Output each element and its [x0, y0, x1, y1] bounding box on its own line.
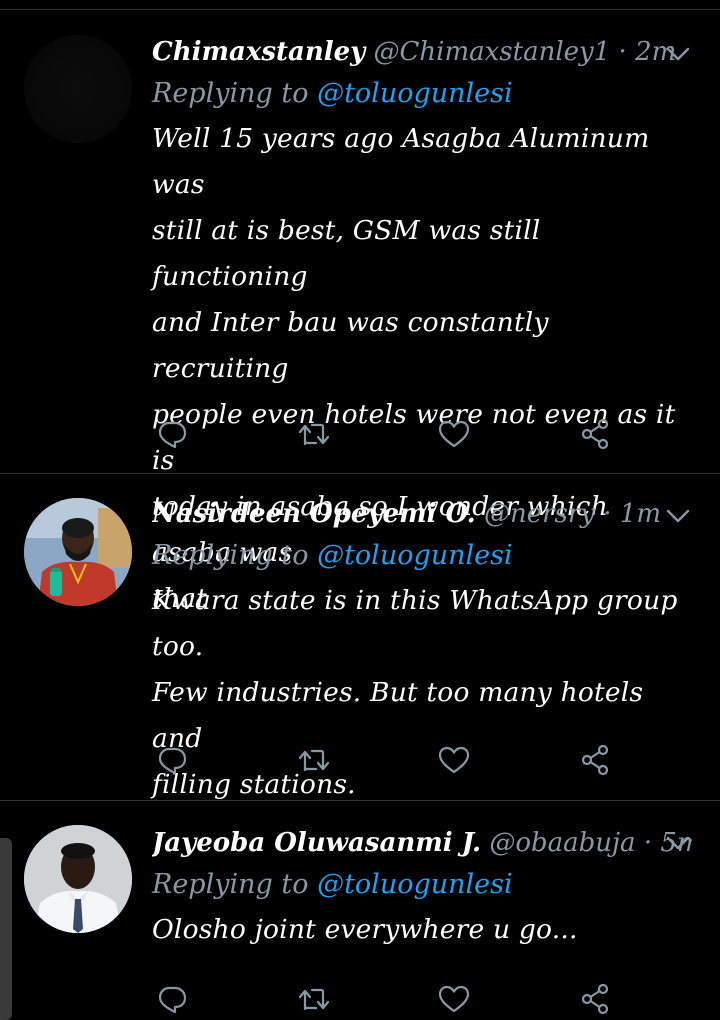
- tweet-text-line: and Inter bau was constantly recruiting: [152, 307, 549, 384]
- share-icon: [581, 418, 609, 450]
- tweet-actions: [152, 414, 622, 454]
- like-icon: [438, 420, 470, 448]
- tweet-item[interactable]: Jayeoba Oluwasanmi J. @obaabuja · 5m Rep…: [0, 801, 720, 1020]
- share-button[interactable]: [576, 740, 616, 780]
- tweet-text-line: still at is best, GSM was still function…: [152, 215, 541, 292]
- tweet-actions: [152, 740, 622, 780]
- retweet-icon: [298, 749, 330, 772]
- replying-to-label: Replying to: [152, 78, 309, 109]
- share-button[interactable]: [576, 414, 616, 454]
- avatar[interactable]: [24, 825, 132, 933]
- scrollbar-thumb[interactable]: [0, 838, 12, 1020]
- display-name[interactable]: Nasirdeen Opeyemi O.: [152, 499, 476, 529]
- tweet-item[interactable]: Nasirdeen Opeyemi O. @nersry · 1m Replyi…: [0, 474, 720, 801]
- tweet-text: Olosho joint everywhere u go...: [152, 907, 692, 953]
- replying-to-label: Replying to: [152, 540, 309, 571]
- tweet-header: Jayeoba Oluwasanmi J. @obaabuja · 5m: [152, 823, 692, 863]
- tweet-text-line: Olosho joint everywhere u go...: [152, 914, 578, 945]
- reply-button[interactable]: [152, 414, 192, 454]
- share-icon: [581, 744, 609, 776]
- avatar[interactable]: [24, 35, 132, 143]
- mention-link[interactable]: @toluogunlesi: [317, 540, 513, 571]
- reply-button[interactable]: [152, 740, 192, 780]
- replying-to: Replying to @toluogunlesi: [152, 534, 692, 578]
- reply-icon: [158, 421, 187, 449]
- mention-link[interactable]: @toluogunlesi: [317, 869, 513, 900]
- chevron-down-icon[interactable]: [664, 829, 692, 857]
- tweet-text-line: Kwara state is in this WhatsApp group to…: [152, 585, 678, 662]
- user-handle[interactable]: @obaabuja: [489, 828, 635, 858]
- like-button[interactable]: [434, 414, 474, 454]
- retweet-button[interactable]: [294, 414, 334, 454]
- reply-button[interactable]: [152, 979, 192, 1019]
- replying-to: Replying to @toluogunlesi: [152, 72, 692, 116]
- avatar-photo: [24, 825, 132, 933]
- user-handle[interactable]: @Chimaxstanley1: [374, 37, 611, 67]
- replying-to-label: Replying to: [152, 869, 309, 900]
- chevron-down-icon[interactable]: [664, 40, 692, 68]
- timestamp[interactable]: 1m: [620, 499, 661, 529]
- tweet-header: Nasirdeen Opeyemi O. @nersry · 1m: [152, 494, 692, 534]
- retweet-icon: [298, 988, 330, 1011]
- avatar[interactable]: [24, 498, 132, 606]
- reply-icon: [158, 747, 187, 775]
- mention-link[interactable]: @toluogunlesi: [317, 78, 513, 109]
- like-button[interactable]: [434, 979, 474, 1019]
- user-handle[interactable]: @nersry: [484, 499, 595, 529]
- avatar-photo: [24, 498, 132, 606]
- like-button[interactable]: [434, 740, 474, 780]
- tweet-header: Chimaxstanley @Chimaxstanley1 · 2m: [152, 32, 692, 72]
- like-icon: [438, 746, 470, 774]
- share-button[interactable]: [576, 979, 616, 1019]
- chevron-down-icon[interactable]: [664, 502, 692, 530]
- share-icon: [581, 983, 609, 1015]
- separator: ·: [643, 828, 653, 858]
- like-icon: [438, 985, 470, 1013]
- replying-to: Replying to @toluogunlesi: [152, 863, 692, 907]
- separator: ·: [618, 37, 627, 67]
- tweet-item[interactable]: Chimaxstanley @Chimaxstanley1 · 2m Reply…: [0, 10, 720, 614]
- display-name[interactable]: Chimaxstanley: [152, 37, 365, 67]
- tweet-actions: [152, 979, 622, 1019]
- retweet-icon: [298, 423, 330, 446]
- display-name[interactable]: Jayeoba Oluwasanmi J.: [152, 828, 481, 858]
- tweet-text-line: Well 15 years ago Asagba Aluminum was: [152, 123, 650, 200]
- retweet-button[interactable]: [294, 979, 334, 1019]
- reply-icon: [158, 986, 187, 1014]
- separator: ·: [603, 499, 612, 529]
- retweet-button[interactable]: [294, 740, 334, 780]
